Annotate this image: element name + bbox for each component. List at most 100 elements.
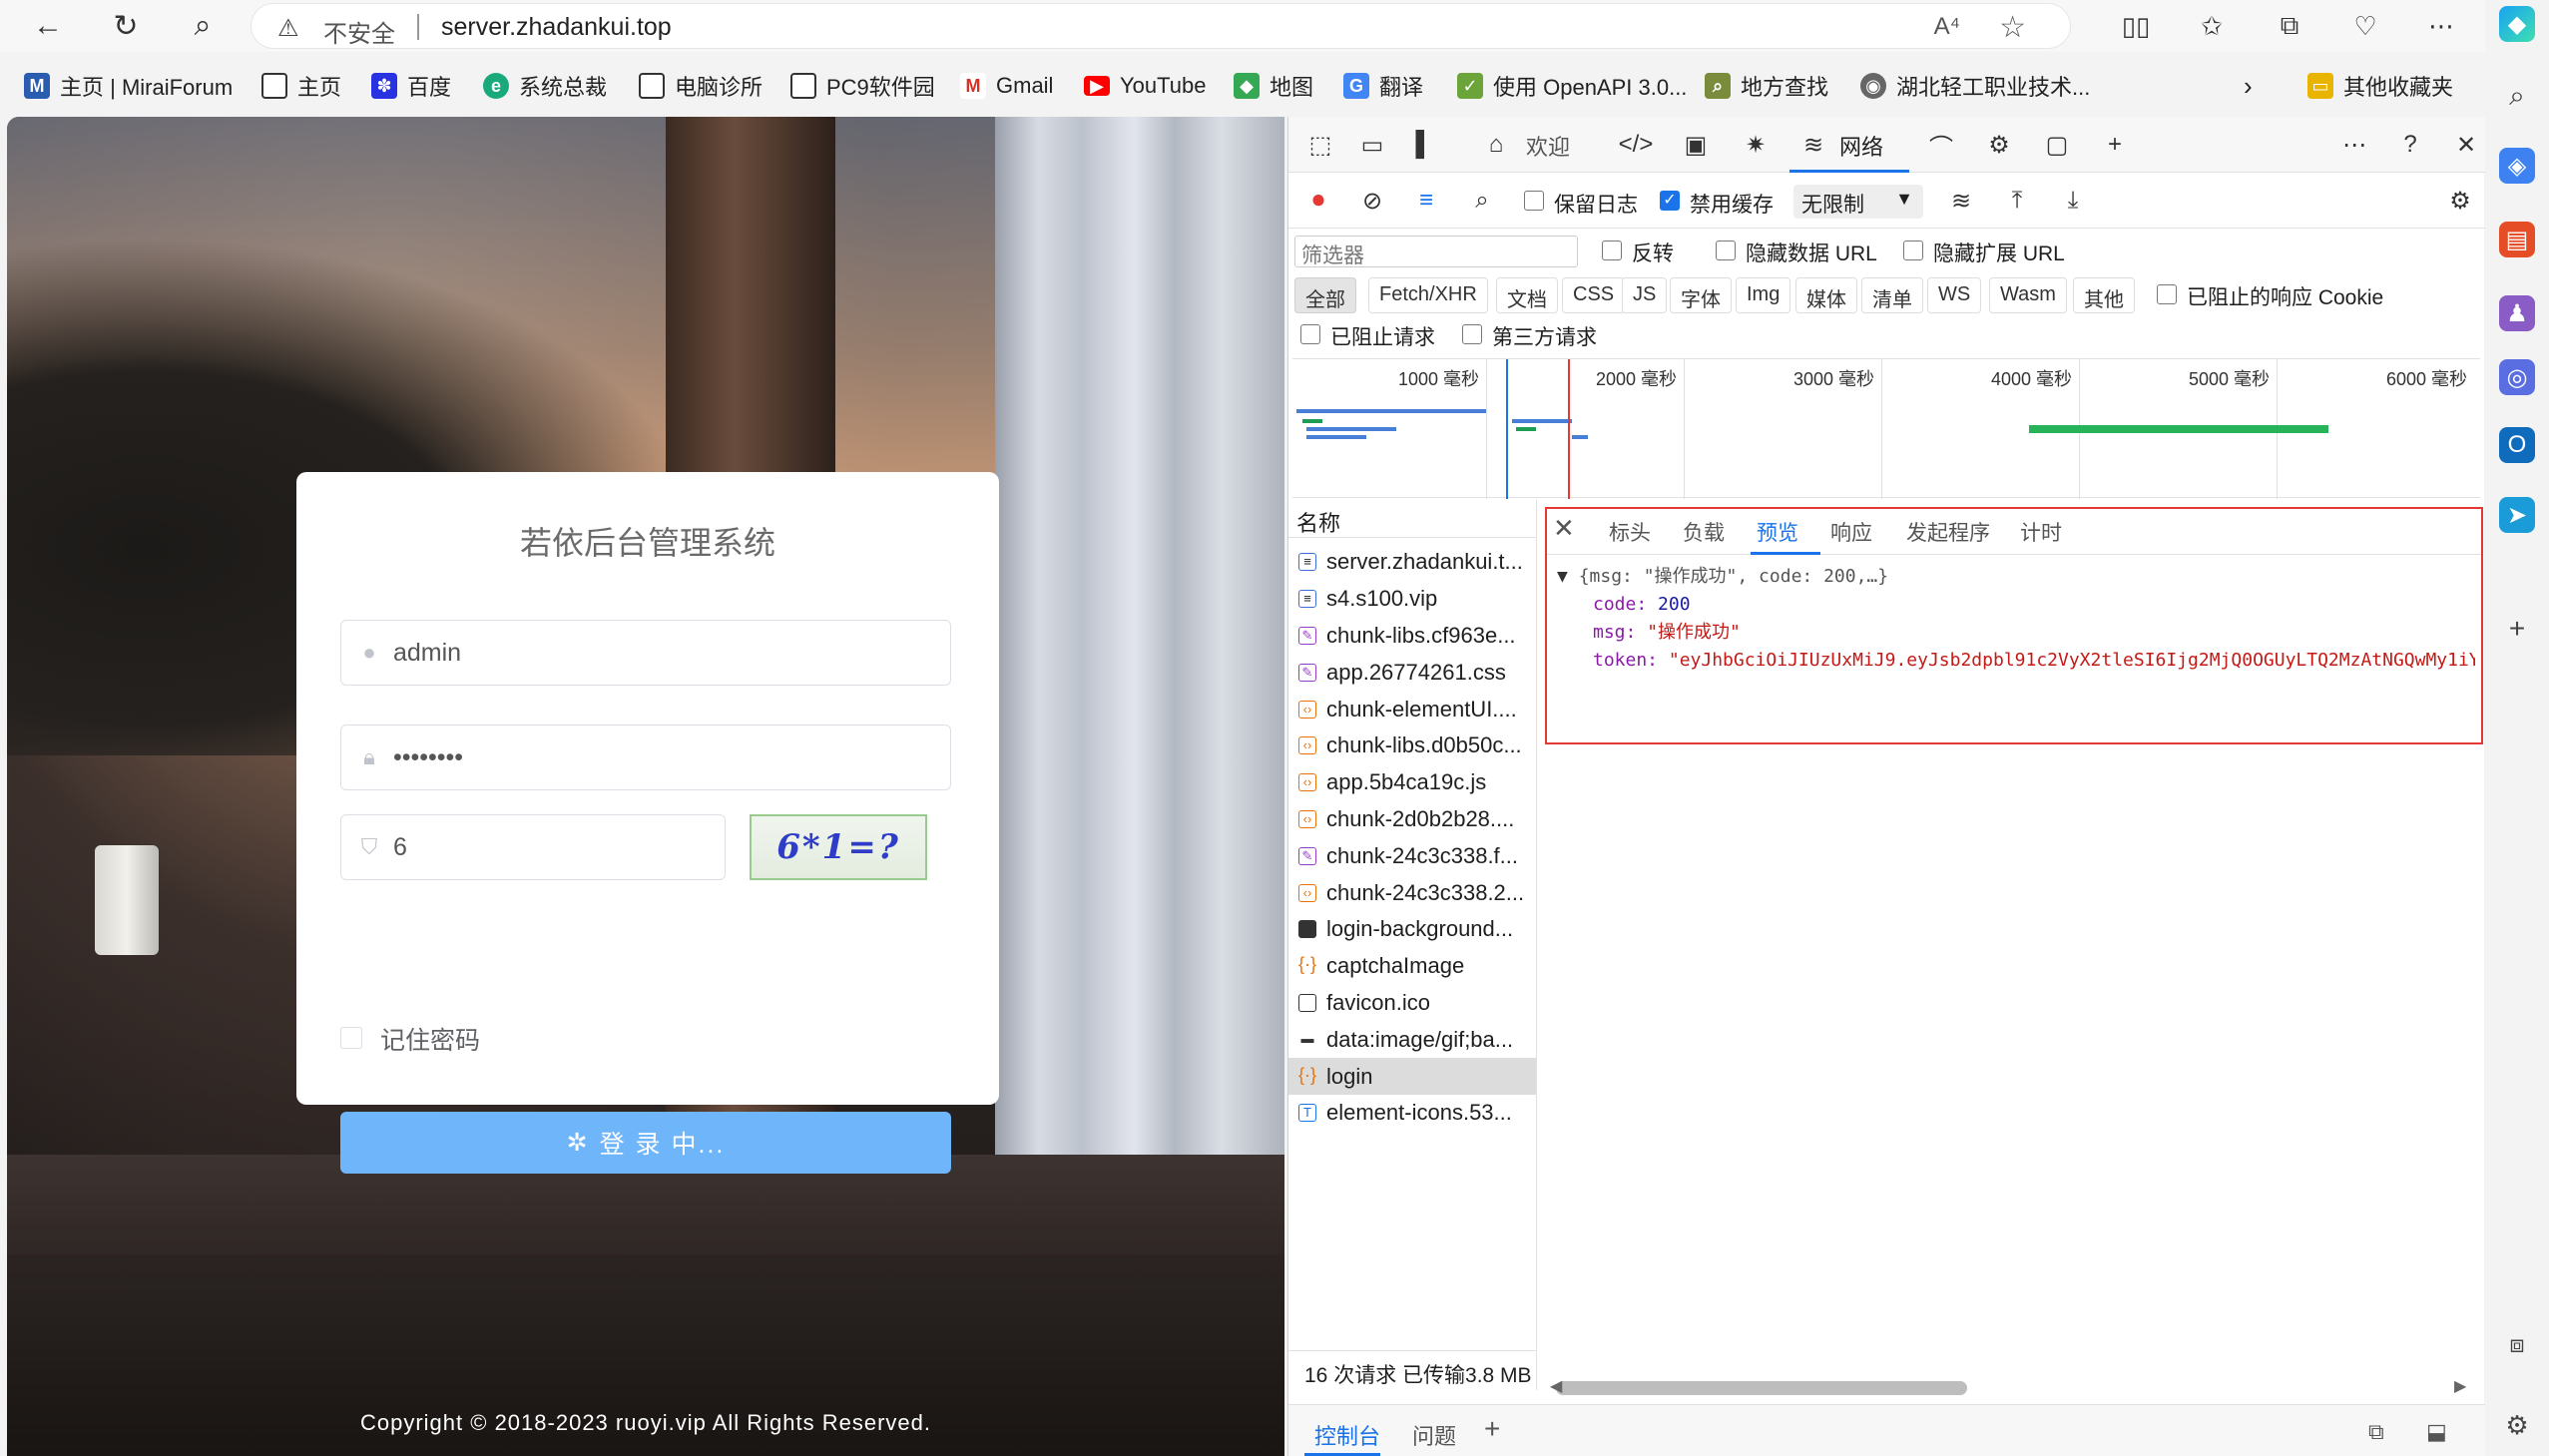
more-menu-icon[interactable]: ⋯ — [2423, 8, 2459, 44]
outlook-icon[interactable]: O — [2499, 427, 2535, 463]
bookmark-other-folder[interactable]: ▭ 其他收藏夹 — [2307, 70, 2453, 102]
sources-tab-icon[interactable]: ✷ — [1738, 127, 1774, 163]
request-row[interactable]: ‹› chunk-libs.d0b50c... — [1288, 728, 1536, 764]
throttle-select[interactable]: 无限制 ▼ — [1793, 185, 1923, 219]
home-icon[interactable]: ⌂ — [1478, 127, 1514, 163]
browser-essentials-icon[interactable]: ♡ — [2347, 8, 2383, 44]
type-filter-css[interactable]: CSS — [1562, 277, 1626, 313]
bookmark-home[interactable]: 主页 — [261, 70, 341, 102]
tab-console[interactable]: 控制台 — [1314, 1419, 1380, 1451]
type-filter-wasm[interactable]: Wasm — [1989, 277, 2067, 313]
bookmark-pc9[interactable]: PC9软件园 — [790, 70, 935, 102]
request-row[interactable]: ‹› app.5b4ca19c.js — [1288, 764, 1536, 801]
address-bar[interactable]: ⚠ 不安全 server.zhadankui.top A⁴ ☆ — [252, 4, 2070, 48]
application-tab-icon[interactable]: ▢ — [2039, 127, 2075, 163]
inspect-element-icon[interactable]: ⬚ — [1302, 127, 1338, 163]
request-row[interactable]: {·} captchaImage — [1288, 948, 1536, 985]
bookmark-xtzc[interactable]: e 系统总裁 — [483, 70, 607, 102]
request-row[interactable]: ▬ data:image/gif;ba... — [1288, 1021, 1536, 1058]
tab-payload[interactable]: 负载 — [1683, 517, 1725, 547]
request-row[interactable]: login-background... — [1288, 911, 1536, 948]
bookmark-find-place[interactable]: ⌕ 地方查找 — [1705, 70, 1828, 102]
type-filter-media[interactable]: 媒体 — [1795, 277, 1857, 313]
clear-icon[interactable]: ⊘ — [1354, 183, 1390, 219]
captcha-field[interactable]: ⛉ 6 — [340, 814, 726, 880]
request-row[interactable]: Telement-icons.53... — [1288, 1095, 1536, 1132]
copilot-icon[interactable]: ◆ — [2499, 6, 2535, 42]
type-filter-ws[interactable]: WS — [1927, 277, 1982, 313]
tab-headers[interactable]: 标头 — [1609, 517, 1651, 547]
bookmark-youtube[interactable]: ▶ YouTube — [1084, 70, 1206, 102]
preserve-log-checkbox[interactable] — [1524, 191, 1544, 211]
microsoft365-icon[interactable]: ◎ — [2499, 359, 2535, 395]
add-tab-icon[interactable]: + — [2097, 127, 2133, 163]
split-screen-icon[interactable]: ▯▯ — [2118, 8, 2154, 44]
invert-checkbox[interactable] — [1602, 241, 1622, 260]
type-filter-other[interactable]: 其他 — [2073, 277, 2135, 313]
favorites-icon[interactable]: ✩ — [2194, 8, 2230, 44]
settings-tab-icon[interactable]: ⚙ — [1981, 127, 2017, 163]
request-row[interactable]: favicon.ico — [1288, 985, 1536, 1022]
disable-cache-checkbox[interactable]: ✓ — [1660, 191, 1680, 211]
tab-preview[interactable]: 预览 — [1757, 517, 1798, 547]
type-filter-manifest[interactable]: 清单 — [1861, 277, 1923, 313]
request-row[interactable]: ‹› chunk-2d0b2b28.... — [1288, 801, 1536, 838]
screencast-icon[interactable]: ⬓ — [2426, 1419, 2447, 1445]
bookmark-translate[interactable]: G 翻译 — [1343, 70, 1423, 102]
elements-tab-icon[interactable]: </> — [1618, 127, 1654, 163]
network-conditions-icon[interactable]: ≋ — [1943, 183, 1979, 219]
device-emulation-icon[interactable]: ▭ — [1354, 127, 1390, 163]
warning-icon[interactable]: ⚠ — [277, 14, 299, 43]
bookmark-gmail[interactable]: M Gmail — [960, 70, 1053, 102]
login-button[interactable]: ✲ 登 录 中... — [340, 1112, 951, 1174]
bookmark-miraiforum[interactable]: M 主页 | MiraiForum — [24, 70, 233, 102]
bookmark-maps[interactable]: ◆ 地图 — [1234, 70, 1313, 102]
scroll-right-arrow-icon[interactable]: ▶ — [2454, 1376, 2466, 1396]
horizontal-scrollbar[interactable] — [1556, 1381, 1967, 1395]
type-filter-font[interactable]: 字体 — [1670, 277, 1732, 313]
bookmark-openapi[interactable]: ✓ 使用 OpenAPI 3.0... — [1457, 70, 1687, 102]
tab-response[interactable]: 响应 — [1830, 517, 1872, 547]
third-party-checkbox[interactable] — [1462, 324, 1482, 344]
games-icon[interactable]: ♟ — [2499, 295, 2535, 331]
tab-welcome[interactable]: 欢迎 — [1526, 130, 1570, 162]
refresh-icon[interactable]: ↻ — [106, 6, 146, 46]
more-tools-icon[interactable]: ⋯ — [2336, 127, 2372, 163]
request-row-selected[interactable]: {·} login — [1288, 1058, 1536, 1095]
tab-initiator[interactable]: 发起程序 — [1906, 517, 1990, 547]
request-row[interactable]: ✎ chunk-24c3c338.f... — [1288, 837, 1536, 874]
filter-icon[interactable]: ≡ — [1408, 183, 1444, 219]
hide-data-url-checkbox[interactable] — [1716, 241, 1736, 260]
insecure-label[interactable]: 不安全 — [323, 14, 395, 49]
favorite-star-icon[interactable]: ☆ — [1999, 10, 2026, 45]
bookmark-hubei[interactable]: ◉ 湖北轻工职业技术... — [1860, 70, 2090, 102]
request-row[interactable]: ≡ server.zhadankui.t... — [1288, 544, 1536, 581]
request-row[interactable]: ‹› chunk-elementUI.... — [1288, 691, 1536, 728]
split-divider[interactable] — [1536, 500, 1537, 1390]
back-icon[interactable]: ← — [28, 6, 68, 46]
bookmark-baidu[interactable]: ✽ 百度 — [371, 70, 451, 102]
bookmarks-more-chevron-icon[interactable]: › — [2244, 70, 2253, 102]
request-row[interactable]: ✎ app.26774261.css — [1288, 654, 1536, 691]
password-field[interactable]: 🔒︎ •••••••• — [340, 725, 951, 790]
tab-issues[interactable]: 问题 — [1412, 1419, 1456, 1451]
dock-side-icon[interactable]: ▌ — [1406, 127, 1442, 163]
expand-triangle-icon[interactable]: ▼ — [1557, 566, 1568, 587]
network-wifi-icon[interactable]: ≋ — [1795, 127, 1831, 163]
type-filter-doc[interactable]: 文档 — [1496, 277, 1558, 313]
help-icon[interactable]: ? — [2392, 127, 2428, 163]
read-aloud-icon[interactable]: A⁴ — [1934, 13, 1960, 41]
tools-icon[interactable]: ▤ — [2499, 222, 2535, 257]
json-root-row[interactable]: ▼ {msg: "操作成功", code: 200,…} — [1557, 563, 2475, 591]
add-sidebar-app-icon[interactable]: + — [2499, 611, 2535, 647]
name-column-header[interactable]: 名称 — [1288, 500, 1536, 538]
filter-input[interactable]: 筛选器 — [1294, 236, 1578, 267]
request-row[interactable]: ✎ chunk-libs.cf963e... — [1288, 618, 1536, 655]
dock-drawer-icon[interactable]: ⧉ — [2368, 1419, 2384, 1445]
console-tab-icon[interactable]: ▣ — [1678, 127, 1714, 163]
blocked-requests-checkbox[interactable] — [1300, 324, 1320, 344]
scroll-left-arrow-icon[interactable]: ◀ — [1550, 1376, 1562, 1396]
search-icon[interactable]: ⌕ — [183, 6, 223, 46]
hide-ext-url-checkbox[interactable] — [1903, 241, 1923, 260]
request-row[interactable]: ‹› chunk-24c3c338.2... — [1288, 874, 1536, 911]
